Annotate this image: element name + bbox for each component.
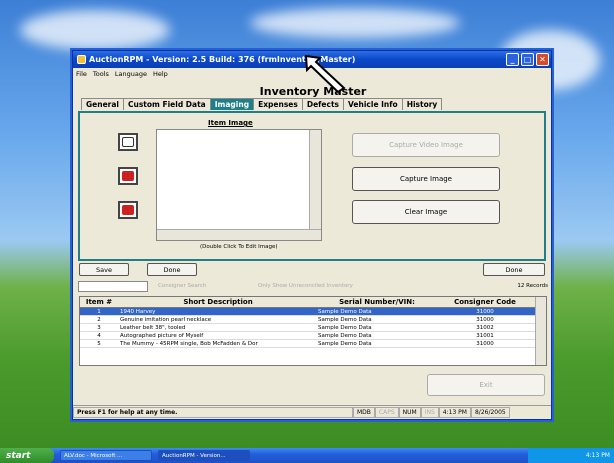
done-right-button[interactable]: Done [483, 263, 545, 276]
table-row[interactable]: 4 Autographed picture of Myself Sample Dem… [80, 332, 546, 340]
col-item[interactable]: Item # [80, 298, 118, 306]
cell: Sample Demo Data [318, 308, 372, 315]
item-image-label: Item Image [208, 119, 253, 127]
status-bar: Press F1 for help at any time. MDB CAPS … [73, 405, 551, 419]
system-tray: 4:13 PM [528, 448, 614, 463]
annotation-arrow-icon [304, 54, 346, 94]
cell: 4 [97, 332, 101, 339]
menu-language[interactable]: Language [115, 70, 147, 78]
minimize-button[interactable]: _ [506, 53, 519, 66]
tab-defects[interactable]: Defects [301, 98, 345, 110]
tab-custom-field-data[interactable]: Custom Field Data [123, 98, 211, 110]
close-button[interactable]: ✕ [536, 53, 549, 66]
cell: Leather belt 38", tooled [120, 324, 186, 331]
rotate-left-button[interactable] [118, 167, 138, 185]
rotate-left-icon [122, 171, 134, 181]
taskbar-item-auctionrpm[interactable]: AuctionRPM - Version... [158, 450, 250, 461]
image-horizontal-scrollbar[interactable] [157, 229, 321, 240]
table-row[interactable]: 5 The Mummy - 45RPM single, Bob McFadden … [80, 340, 546, 348]
cell: 31001 [476, 332, 494, 339]
image-vertical-scrollbar[interactable] [309, 130, 321, 240]
tab-general[interactable]: General [81, 98, 124, 110]
col-consigner-code[interactable]: Consigner Code [436, 298, 534, 306]
rotate-right-button[interactable] [118, 201, 138, 219]
exit-button[interactable]: Exit [427, 374, 545, 396]
status-num: NUM [398, 407, 421, 418]
cell: Sample Demo Data [318, 332, 372, 339]
search-row: Consigner Search Only Show Unreconciled … [78, 281, 548, 293]
cell: 2 [97, 316, 101, 323]
cell: Sample Demo Data [318, 340, 372, 347]
tab-strip: General Custom Field Data Imaging Expens… [81, 98, 443, 110]
taskbar-item-word[interactable]: ALV.doc - Microsoft ... [60, 450, 152, 461]
status-help: Press F1 for help at any time. [73, 407, 353, 418]
cell: 1940 Harvey [120, 308, 156, 315]
taskbar: start ALV.doc - Microsoft ... AuctionRPM… [0, 448, 614, 463]
inventory-grid: Item # Short Description Serial Number/V… [79, 296, 547, 366]
cell: 31000 [476, 308, 494, 315]
records-count: 12 Records [517, 283, 548, 289]
background-cloud [20, 10, 170, 50]
cell: Autographed picture of Myself [120, 332, 204, 339]
menu-file[interactable]: File [76, 70, 87, 78]
status-mdb: MDB [353, 407, 375, 418]
done-button[interactable]: Done [147, 263, 197, 276]
double-click-hint: (Double Click To Edit Image) [200, 244, 278, 250]
col-serial-number[interactable]: Serial Number/VIN: [316, 298, 436, 306]
rotate-right-icon [122, 205, 134, 215]
cell: 3 [97, 324, 101, 331]
search-input[interactable] [78, 281, 148, 292]
tab-vehicle-info[interactable]: Vehicle Info [343, 98, 403, 110]
menu-help[interactable]: Help [153, 70, 168, 78]
capture-image-button[interactable]: Capture Image [352, 167, 500, 191]
col-short-description[interactable]: Short Description [118, 298, 316, 306]
grid-header: Item # Short Description Serial Number/V… [80, 297, 546, 308]
crop-tool-button[interactable] [118, 133, 138, 151]
cell: The Mummy - 45RPM single, Bob McFadden &… [120, 340, 258, 347]
table-row[interactable]: 2 Genuine imitation pearl necklace Sample … [80, 316, 546, 324]
imaging-panel: Item Image (Double Click To Edit Image) … [78, 111, 546, 261]
cell: 1 [97, 308, 101, 315]
tab-expenses[interactable]: Expenses [253, 98, 303, 110]
menu-tools[interactable]: Tools [93, 70, 109, 78]
maximize-button[interactable]: □ [521, 53, 534, 66]
consigner-search-checkbox[interactable]: Consigner Search [158, 283, 206, 289]
cell: Genuine imitation pearl necklace [120, 316, 212, 323]
crop-icon [122, 137, 134, 147]
status-ins: INS [420, 407, 439, 418]
item-image-box[interactable] [156, 129, 322, 241]
clear-image-button[interactable]: Clear Image [352, 200, 500, 224]
app-window: AuctionRPM - Version: 2.5 Build: 376 (fr… [72, 50, 552, 420]
show-unreconciled-checkbox[interactable]: Only Show Unreconciled Inventory [258, 283, 353, 289]
cell: 5 [97, 340, 101, 347]
tray-clock: 4:13 PM [585, 452, 610, 459]
background-cloud [250, 8, 460, 38]
status-caps: CAPS [374, 407, 399, 418]
cell: Sample Demo Data [318, 316, 372, 323]
capture-video-image-button[interactable]: Capture Video Image [352, 133, 500, 157]
status-time: 4:13 PM [438, 407, 471, 418]
cell: 31000 [476, 316, 494, 323]
app-icon [77, 55, 86, 64]
grid-scrollbar[interactable] [535, 297, 546, 365]
status-date: 8/26/2005 [470, 407, 510, 418]
cell: 31002 [476, 324, 494, 331]
cell: 31000 [476, 340, 494, 347]
tab-imaging[interactable]: Imaging [209, 98, 255, 110]
table-row[interactable]: 3 Leather belt 38", tooled Sample Demo Dat… [80, 324, 546, 332]
cell: Sample Demo Data [318, 324, 372, 331]
table-row[interactable]: 1 1940 Harvey Sample Demo Data 31000 [80, 308, 546, 316]
save-button[interactable]: Save [79, 263, 129, 276]
tab-history[interactable]: History [401, 98, 443, 110]
start-button[interactable]: start [0, 448, 54, 463]
